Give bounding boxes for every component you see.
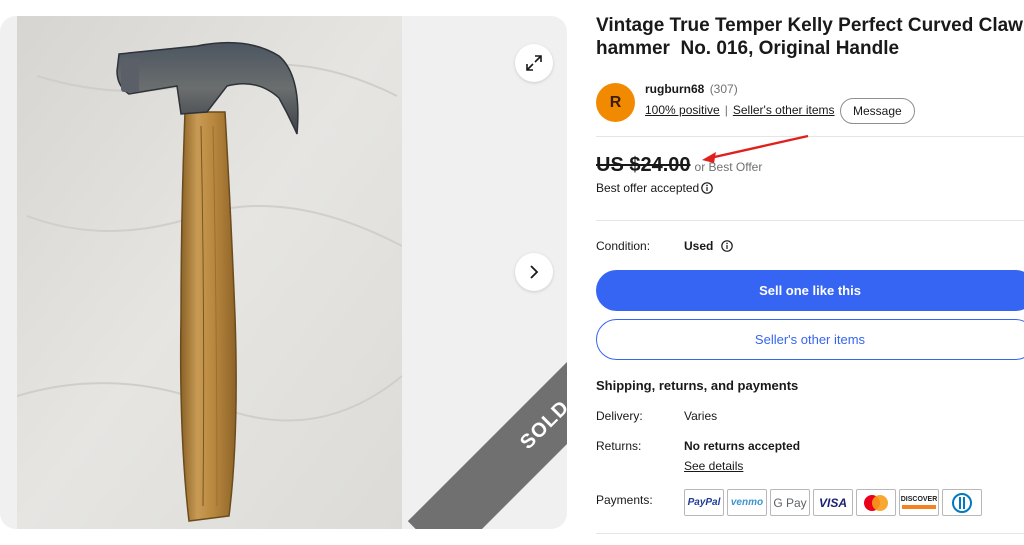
seller-links: 100% positive | Seller's other items [645, 103, 835, 117]
product-photo[interactable] [17, 16, 402, 529]
item-details-panel: Vintage True Temper Kelly Perfect Curved… [596, 0, 1024, 545]
item-price: US $24.00 [596, 154, 691, 176]
sell-one-like-this-button[interactable]: Sell one like this [596, 270, 1024, 311]
next-image-button[interactable] [515, 253, 553, 291]
chevron-right-icon [530, 265, 539, 279]
seller-other-items-link[interactable]: Seller's other items [733, 103, 835, 117]
shipping-heading: Shipping, returns, and payments [596, 378, 799, 393]
divider [596, 220, 1024, 221]
visa-icon: VISA [813, 489, 853, 516]
seller-name[interactable]: rugburn68 [645, 82, 704, 96]
seller-card: R rugburn68 (307) 100% positive | Seller… [596, 80, 1024, 128]
discover-label: DISCOVER [900, 496, 938, 503]
diners-club-icon [942, 489, 982, 516]
payments-label: Payments: [596, 493, 653, 507]
hammer-photo [17, 16, 402, 529]
seller-avatar[interactable]: R [596, 83, 635, 122]
delivery-label: Delivery: [596, 409, 643, 423]
mastercard-icon [856, 489, 896, 516]
discover-icon: DISCOVER [899, 489, 939, 516]
image-gallery: SOLD [0, 16, 567, 529]
seller-name-line: rugburn68 (307) [645, 82, 738, 96]
sold-label: SOLD [515, 395, 567, 454]
google-pay-icon: G Pay [770, 489, 810, 516]
sellers-other-items-button[interactable]: Seller's other items [596, 319, 1024, 360]
message-button[interactable]: Message [840, 98, 915, 124]
paypal-icon: PayPal [684, 489, 724, 516]
discover-bar [902, 505, 936, 509]
info-icon[interactable] [721, 240, 734, 252]
item-title: Vintage True Temper Kelly Perfect Curved… [596, 15, 1023, 59]
divider [596, 533, 1024, 534]
expand-image-button[interactable] [515, 44, 553, 82]
returns-value: No returns accepted [684, 439, 801, 453]
positive-feedback-link[interactable]: 100% positive [645, 103, 720, 117]
annotation-arrow-icon [702, 134, 809, 163]
expand-icon [526, 55, 542, 71]
separator: | [724, 103, 728, 117]
see-details-link[interactable]: See details [684, 459, 743, 473]
seller-feedback-score: (307) [709, 82, 738, 96]
payment-methods: PayPal venmo G Pay VISA DISCOVER [684, 489, 982, 516]
condition-value: Used [684, 239, 714, 253]
returns-label: Returns: [596, 439, 642, 453]
sold-banner: SOLD [407, 287, 567, 529]
best-offer-accepted: Best offer accepted [596, 181, 713, 195]
best-offer-accepted-text: Best offer accepted [596, 181, 700, 195]
delivery-value: Varies [684, 409, 718, 423]
info-icon[interactable] [701, 182, 713, 194]
condition-label: Condition: [596, 239, 651, 253]
condition-value-wrap: Used [684, 239, 734, 253]
venmo-icon: venmo [727, 489, 767, 516]
